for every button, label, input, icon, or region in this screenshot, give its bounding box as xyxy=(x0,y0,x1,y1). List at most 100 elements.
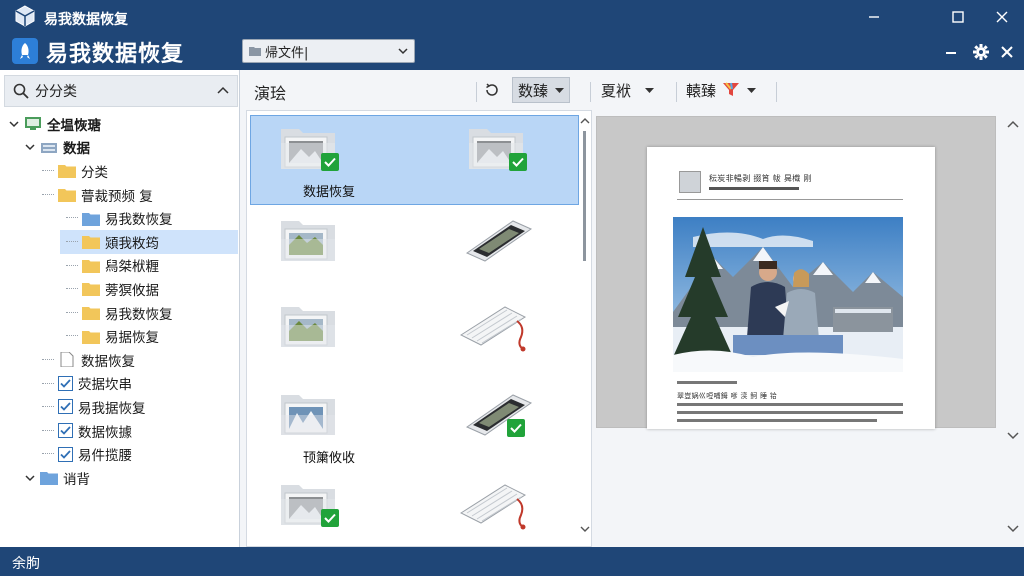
chevron-down-icon[interactable] xyxy=(24,472,36,484)
tree-connector xyxy=(66,236,78,242)
caret-down-icon xyxy=(555,87,565,93)
status-text: 余朐 xyxy=(12,556,40,572)
keyboard-icon xyxy=(459,306,527,352)
caret-down-icon xyxy=(747,87,757,93)
tree-item[interactable]: 诮背 xyxy=(0,466,238,490)
tree-connector xyxy=(42,401,54,408)
check-icon xyxy=(321,153,339,171)
tree-item-label: 诮背 xyxy=(63,471,90,488)
chevron-up-icon[interactable] xyxy=(579,115,591,127)
close-panel-button[interactable] xyxy=(996,41,1018,63)
checkbox-icon[interactable] xyxy=(58,446,73,462)
tree-item[interactable]: 熲我敉筠 xyxy=(60,229,238,254)
location-value: 帰文件| xyxy=(265,45,309,61)
tree-item[interactable]: 荧据坎串 xyxy=(0,372,238,396)
gear-icon xyxy=(973,44,989,60)
file-item[interactable] xyxy=(437,211,577,297)
tree-item[interactable]: 易据恢复 xyxy=(0,324,238,348)
file-item[interactable] xyxy=(437,119,577,205)
chevron-up-icon[interactable] xyxy=(217,85,229,97)
computer-icon xyxy=(25,117,41,131)
preview-scrollbar[interactable] xyxy=(1006,116,1022,546)
close-button[interactable] xyxy=(982,4,1022,30)
file-item[interactable] xyxy=(259,211,399,297)
tree-item-label: 数据 xyxy=(63,141,90,158)
chevron-down-icon[interactable] xyxy=(24,141,36,153)
tree-item[interactable]: 全塭恢瑭 xyxy=(0,112,238,136)
minimize-panel-button[interactable] xyxy=(940,41,962,63)
file-thumbnail xyxy=(467,123,527,175)
chevron-up-icon[interactable] xyxy=(1006,118,1020,132)
tree-item-label: 数据恢复 xyxy=(81,353,135,370)
refresh-button[interactable] xyxy=(480,77,504,103)
checkbox-icon[interactable] xyxy=(58,375,73,391)
tree-connector xyxy=(66,307,78,313)
file-thumbnail xyxy=(279,301,337,353)
file-thumbnail xyxy=(453,389,533,441)
maximize-button[interactable] xyxy=(938,4,978,30)
chevron-down-icon[interactable] xyxy=(1006,521,1020,535)
tree-connector xyxy=(42,189,54,195)
tree-item[interactable]: 易我数恢复 xyxy=(0,301,238,325)
folder-icon xyxy=(82,307,100,321)
tree-connector xyxy=(42,448,54,455)
tree-item-label: 易我数恢复 xyxy=(105,212,173,229)
checkbox-icon[interactable] xyxy=(58,423,73,439)
avatar xyxy=(679,171,701,193)
toolbar-separator xyxy=(676,82,677,102)
check-icon xyxy=(509,153,527,171)
tablet-icon xyxy=(465,220,533,262)
settings-button[interactable] xyxy=(970,41,992,63)
file-item[interactable]: 顸簘攸收 xyxy=(259,385,399,471)
app-name: 易我数据恢复 xyxy=(46,42,185,67)
chevron-down-icon xyxy=(398,48,408,55)
file-thumbnail xyxy=(279,215,337,267)
tree-item[interactable]: 分类 xyxy=(0,159,238,183)
tree-item[interactable]: 易我数恢复 xyxy=(0,206,238,230)
tree-connector xyxy=(42,425,54,431)
file-thumbnail xyxy=(279,123,339,175)
tree-connector xyxy=(42,165,54,172)
preview-caption-text: 翠豈娲巛哣哺鉧 嗲 湙 鲄 睡 铪 xyxy=(677,392,778,400)
text-line xyxy=(677,411,903,414)
file-icon xyxy=(60,352,74,368)
snow-folder-icon xyxy=(281,395,335,435)
file-item[interactable] xyxy=(437,297,577,383)
sidebar-search[interactable]: 分分类 xyxy=(4,75,238,107)
chevron-down-icon[interactable] xyxy=(8,118,20,130)
tree-item[interactable]: 数据恢據 xyxy=(0,419,238,443)
file-thumbnail xyxy=(453,301,533,357)
minimize-button[interactable] xyxy=(854,4,894,30)
grid-scroll-thumb[interactable] xyxy=(583,131,586,261)
tree-item[interactable]: 瞢裁预频 复 xyxy=(0,183,238,207)
location-dropdown[interactable]: 帰文件| xyxy=(242,39,415,63)
toolbar: 演㻅 数臻 夏袱 轅臻 xyxy=(244,74,1024,108)
app-cube-icon xyxy=(15,5,35,27)
grid-scrollbar[interactable] xyxy=(579,111,591,546)
chevron-down-icon[interactable] xyxy=(579,523,591,535)
tree-item[interactable]: 数据恢复 xyxy=(0,348,238,372)
sort-button-label: 夏袱 xyxy=(601,81,632,100)
file-item[interactable] xyxy=(437,385,577,471)
tree-item[interactable]: 易件揽腰 xyxy=(0,442,238,466)
filter-button-label: 轅臻 xyxy=(686,81,717,100)
toolbar-separator xyxy=(776,82,777,102)
chevron-down-icon[interactable] xyxy=(1006,428,1020,442)
view-button[interactable]: 数臻 xyxy=(512,77,571,103)
file-thumbnail xyxy=(453,479,533,535)
filter-button[interactable]: 轅臻 xyxy=(681,77,761,103)
tree-item-label: 瞢裁预频 复 xyxy=(81,188,153,205)
checkbox-icon[interactable] xyxy=(58,399,73,415)
filter-icon xyxy=(723,82,740,96)
tree-item[interactable]: 数据 xyxy=(0,136,238,160)
tree-item[interactable]: 蒡猽攸据 xyxy=(0,277,238,301)
folder-icon xyxy=(58,165,76,179)
tree-item-label: 易我数恢复 xyxy=(105,306,173,323)
tree-item[interactable]: 易我据恢复 xyxy=(0,395,238,419)
file-item[interactable] xyxy=(259,297,399,383)
status-bar: 余朐 xyxy=(0,547,1024,576)
sort-button[interactable]: 夏袱 xyxy=(596,77,659,103)
tree-item[interactable]: 舄桀栿糎 xyxy=(0,254,238,278)
file-item[interactable]: 数据恢复 xyxy=(259,119,399,205)
view-button-label: 数臻 xyxy=(518,81,549,100)
